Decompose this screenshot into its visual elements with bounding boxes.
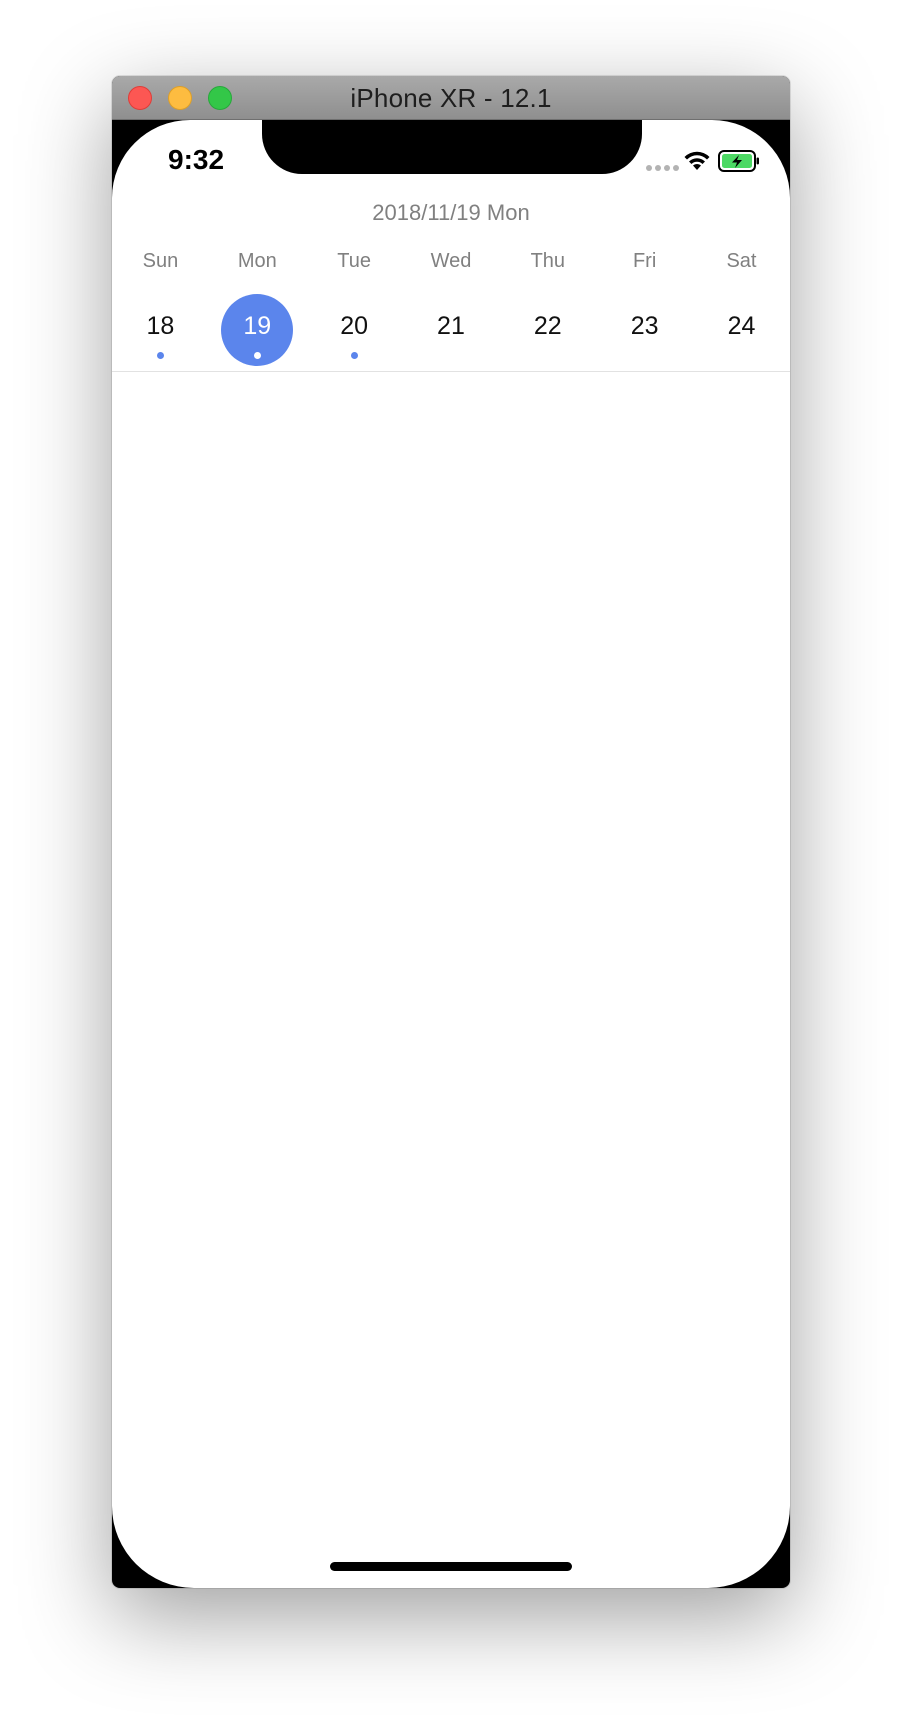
wifi-icon [684, 151, 710, 170]
day-number: 19 [243, 312, 272, 340]
day-number: 23 [630, 312, 659, 340]
weekday-label: Fri [632, 250, 657, 272]
weekday-label: Thu [530, 250, 566, 272]
day-cell-20[interactable]: 20 [306, 294, 403, 366]
day-number: 24 [727, 312, 756, 340]
simulator-window: iPhone XR - 12.1 9:32 2018/11/19 Mon Sun… [112, 76, 790, 1588]
weekday-header-row: Sun Mon Tue Wed Thu Fri Sat [112, 250, 790, 273]
week-days-row: 18 19 20 21 22 23 24 [112, 294, 790, 366]
weekday-label: Wed [430, 250, 472, 272]
event-dot [253, 352, 261, 359]
device-screen: 9:32 2018/11/19 Mon Sun Mon Tue Wed Thu … [112, 120, 790, 1588]
day-cell-21[interactable]: 21 [403, 294, 500, 366]
day-cell-23[interactable]: 23 [596, 294, 693, 366]
battery-charging-icon [718, 150, 759, 172]
event-dot [350, 352, 358, 359]
day-number: 20 [340, 312, 369, 340]
selected-date-label: 2018/11/19 Mon [372, 200, 530, 225]
device-notch [262, 120, 642, 174]
day-cell-24[interactable]: 24 [693, 294, 790, 366]
weekday-label: Tue [337, 250, 371, 272]
day-cell-22[interactable]: 22 [499, 294, 596, 366]
calendar-divider [112, 371, 790, 372]
day-cell-19[interactable]: 19 [209, 294, 306, 366]
day-number: 21 [437, 312, 465, 340]
status-time: 9:32 [168, 144, 225, 175]
day-number: 22 [533, 312, 562, 340]
window-titlebar[interactable]: iPhone XR - 12.1 [112, 76, 790, 120]
weekday-label: Sat [726, 250, 757, 272]
window-title: iPhone XR - 12.1 [350, 83, 552, 113]
home-indicator[interactable] [330, 1562, 572, 1571]
signal-dots-icon [646, 165, 679, 171]
day-number: 18 [146, 312, 175, 340]
day-cell-18[interactable]: 18 [112, 294, 209, 366]
weekday-label: Sun [142, 250, 179, 272]
weekday-label: Mon [237, 250, 277, 272]
event-dot [156, 352, 164, 359]
